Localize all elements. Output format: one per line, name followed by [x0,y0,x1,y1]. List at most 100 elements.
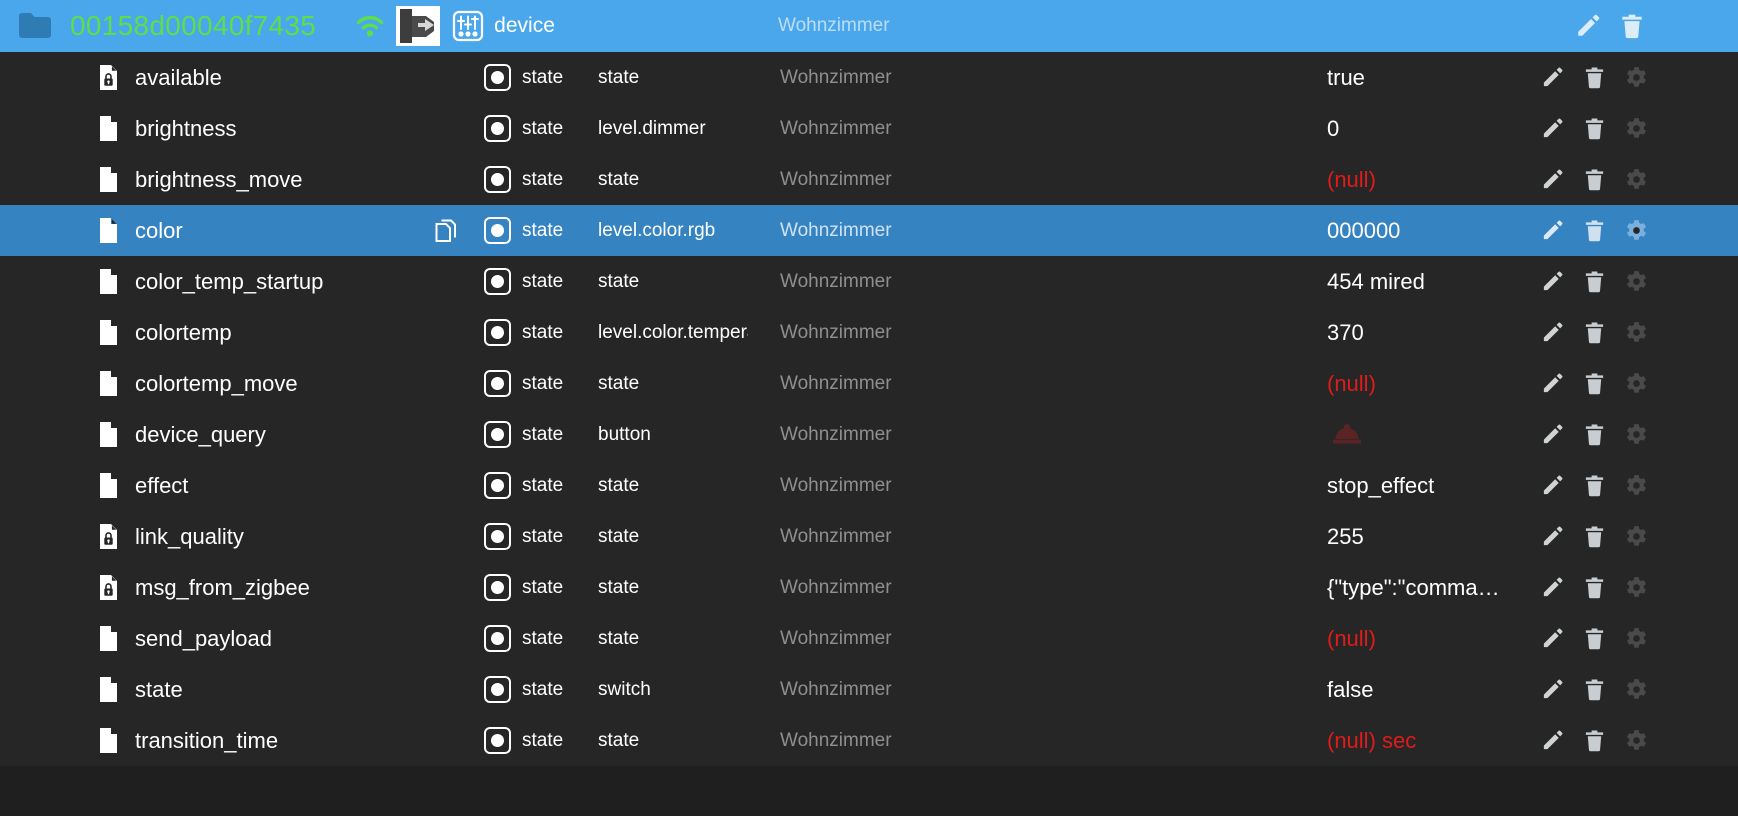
gear-icon[interactable] [1625,372,1648,395]
trash-icon[interactable] [1583,219,1606,242]
table-row[interactable]: link_quality state state Wohnzimmer 255 [0,511,1738,562]
row-name-cell[interactable]: brightness_move [98,166,303,193]
row-name-cell[interactable]: link_quality [98,523,244,550]
gear-icon[interactable] [1625,627,1648,650]
copy-icon[interactable] [434,218,460,244]
trash-icon[interactable] [1619,13,1645,39]
footer-strip [0,766,1738,816]
gear-icon[interactable] [1625,729,1648,752]
row-value-label: (null) [1327,166,1376,192]
pencil-icon[interactable] [1541,168,1564,191]
row-type-cell: state [484,268,563,295]
gear-icon[interactable] [1625,270,1648,293]
row-value-button[interactable] [1327,422,1367,448]
pencil-icon[interactable] [1541,474,1564,497]
gear-icon[interactable] [1625,321,1648,344]
row-name-label: link_quality [135,523,244,549]
row-name-cell[interactable]: brightness [98,115,237,142]
table-row[interactable]: color state level.color.rgb Wohnzimmer 0000… [0,205,1738,256]
pencil-icon[interactable] [1541,576,1564,599]
row-name-cell[interactable]: color_temp_startup [98,268,323,295]
row-name-cell[interactable]: effect [98,472,188,499]
trash-icon[interactable] [1583,270,1606,293]
trash-icon[interactable] [1583,729,1606,752]
gear-icon[interactable] [1625,219,1648,242]
row-type-label: state [522,321,564,343]
row-room-label: Wohnzimmer [780,372,892,394]
trash-icon[interactable] [1583,321,1606,344]
gear-icon[interactable] [1625,678,1648,701]
row-name-cell[interactable]: device_query [98,421,266,448]
table-row[interactable]: msg_from_zigbee state state Wohnzimmer {"typ… [0,562,1738,613]
device-header-row[interactable]: 00158d00040f7435 device Wohnzimmer [0,0,1738,52]
table-row[interactable]: colortemp state level.color.temperat… Wohnz… [0,307,1738,358]
row-type-label: state [522,423,564,445]
row-name-label: brightness [135,115,237,141]
gear-icon[interactable] [1625,117,1648,140]
table-row[interactable]: state state switch Wohnzimmer false [0,664,1738,715]
folder-icon [18,11,52,41]
table-row[interactable]: available state state Wohnzimmer true [0,52,1738,103]
pencil-icon[interactable] [1541,525,1564,548]
row-role-label: level.color.temperat… [598,321,748,343]
trash-icon[interactable] [1583,168,1606,191]
pencil-icon[interactable] [1541,678,1564,701]
file-icon [98,115,119,142]
row-name-label: available [135,64,222,90]
row-type-label: state [522,627,564,649]
gear-icon[interactable] [1625,576,1648,599]
table-row[interactable]: color_temp_startup state state Wohnzimmer 45… [0,256,1738,307]
row-role-label: state [598,168,640,190]
pencil-icon[interactable] [1541,219,1564,242]
row-name-cell[interactable]: transition_time [98,727,278,754]
pencil-icon[interactable] [1575,13,1601,39]
table-row[interactable]: brightness_move state state Wohnzimmer (null… [0,154,1738,205]
pencil-icon[interactable] [1541,321,1564,344]
file-icon [98,472,119,499]
bell-button-icon[interactable] [1327,422,1367,448]
row-actions [1541,576,1648,599]
row-name-cell[interactable]: colortemp_move [98,370,298,397]
row-room-label: Wohnzimmer [780,678,892,700]
gear-icon[interactable] [1625,525,1648,548]
row-name-cell[interactable]: state [98,676,183,703]
row-name-label: brightness_move [135,166,303,192]
trash-icon[interactable] [1583,372,1606,395]
row-name-cell[interactable]: available [98,64,222,91]
row-name-cell[interactable]: colortemp [98,319,232,346]
trash-icon[interactable] [1583,66,1606,89]
gear-icon[interactable] [1625,168,1648,191]
trash-icon[interactable] [1583,678,1606,701]
row-actions [1541,168,1648,191]
table-row[interactable]: brightness state level.dimmer Wohnzimmer 0 [0,103,1738,154]
trash-icon[interactable] [1583,117,1606,140]
trash-icon[interactable] [1583,525,1606,548]
pencil-icon[interactable] [1541,270,1564,293]
row-name-cell[interactable]: color [98,217,183,244]
pencil-icon[interactable] [1541,423,1564,446]
gear-icon[interactable] [1625,423,1648,446]
table-row[interactable]: transition_time state state Wohnzimmer (null… [0,715,1738,766]
device-thumbnail-icon[interactable] [396,6,441,46]
table-row[interactable]: device_query state button Wohnzimmer [0,409,1738,460]
pencil-icon[interactable] [1541,627,1564,650]
table-row[interactable]: colortemp_move state state Wohnzimmer (null) [0,358,1738,409]
row-role-label: level.color.rgb [598,219,716,241]
gear-icon[interactable] [1625,474,1648,497]
pencil-icon[interactable] [1541,372,1564,395]
row-name-label: send_payload [135,625,273,651]
trash-icon[interactable] [1583,627,1606,650]
pencil-icon[interactable] [1541,729,1564,752]
gear-icon[interactable] [1625,66,1648,89]
trash-icon[interactable] [1583,423,1606,446]
row-role-label: button [598,423,651,445]
row-actions [1541,627,1648,650]
pencil-icon[interactable] [1541,66,1564,89]
row-name-cell[interactable]: msg_from_zigbee [98,574,310,601]
trash-icon[interactable] [1583,474,1606,497]
table-row[interactable]: effect state state Wohnzimmer stop_effect [0,460,1738,511]
table-row[interactable]: send_payload state state Wohnzimmer (null) [0,613,1738,664]
pencil-icon[interactable] [1541,117,1564,140]
trash-icon[interactable] [1583,576,1606,599]
row-name-cell[interactable]: send_payload [98,625,272,652]
